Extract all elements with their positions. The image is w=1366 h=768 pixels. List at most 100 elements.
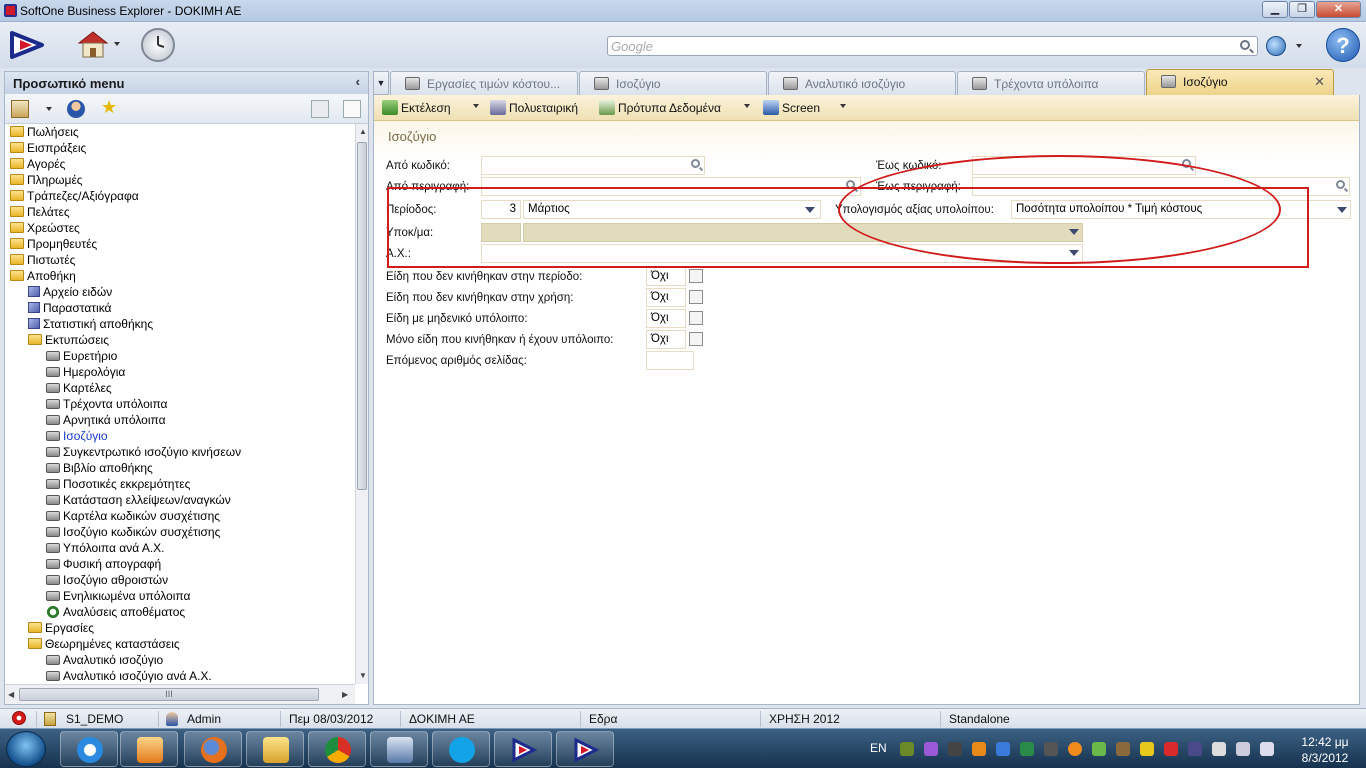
from-code-search-icon[interactable]: [691, 159, 700, 168]
search-icon[interactable]: [1240, 40, 1250, 50]
tree-item[interactable]: Ευρετήριο: [46, 348, 117, 364]
tray-app-icon[interactable]: [972, 742, 986, 756]
taskbar-internet-explorer[interactable]: [60, 731, 118, 767]
screen-button[interactable]: Screen: [763, 100, 820, 115]
tree-item[interactable]: Πελάτες: [10, 204, 70, 220]
tree-item[interactable]: Αναλυτικό ισοζύγιο: [46, 652, 163, 668]
option-value[interactable]: Όχι: [646, 267, 686, 286]
tree-item[interactable]: Ισοζύγιο κωδικών συσχέτισης: [46, 524, 220, 540]
run-dropdown-icon[interactable]: [473, 104, 479, 108]
next-page-field[interactable]: [646, 351, 694, 370]
tray-app-icon[interactable]: [1092, 742, 1106, 756]
templates-dropdown-icon[interactable]: [744, 104, 750, 108]
tray-app-icon[interactable]: [1044, 742, 1058, 756]
minimize-button[interactable]: ▁: [1262, 1, 1288, 18]
tree-item[interactable]: Τρέχοντα υπόλοιπα: [46, 396, 168, 412]
help-icon[interactable]: ?: [1326, 28, 1360, 62]
clock-icon[interactable]: [141, 28, 175, 62]
tree-item[interactable]: Ημερολόγια: [46, 364, 125, 380]
scroll-left-icon[interactable]: ◀: [8, 690, 14, 699]
tabs-dropdown-icon[interactable]: ▼: [373, 71, 389, 95]
clock-time[interactable]: 12:42 μμ: [1295, 735, 1355, 749]
web-search-dropdown-icon[interactable]: [1296, 44, 1302, 48]
tree-item[interactable]: Πωλήσεις: [10, 124, 79, 140]
search-input[interactable]: [611, 39, 1231, 54]
home-icon[interactable]: [76, 28, 110, 62]
tray-app-icon[interactable]: [1068, 742, 1082, 756]
balance-calc-dropdown-icon[interactable]: [1337, 207, 1347, 213]
option-checkbox[interactable]: [689, 269, 703, 283]
clipboard-icon[interactable]: [11, 100, 29, 118]
from-code-field[interactable]: [481, 156, 705, 175]
tree-item[interactable]: Αποθήκη: [10, 268, 76, 284]
web-search-icon[interactable]: [1266, 36, 1286, 56]
tree-item[interactable]: Στατιστική αποθήκης: [28, 316, 153, 332]
scroll-right-icon[interactable]: ▶: [342, 690, 348, 699]
tray-app-icon[interactable]: [1116, 742, 1130, 756]
taskbar-skype[interactable]: [432, 731, 490, 767]
taskbar-remote-desktop[interactable]: [370, 731, 428, 767]
language-indicator[interactable]: EN: [870, 741, 887, 755]
volume-icon[interactable]: [1260, 742, 1274, 756]
tree-item[interactable]: Ισοζύγιο αθροιστών: [46, 572, 168, 588]
tree-item[interactable]: Χρεώστες: [10, 220, 80, 236]
tree-item[interactable]: Πληρωμές: [10, 172, 83, 188]
tree-item[interactable]: Προμηθευτές: [10, 236, 97, 252]
tree-horizontal-scrollbar[interactable]: ◀ III ▶: [5, 684, 355, 704]
tree-item[interactable]: Αρνητικά υπόλοιπα: [46, 412, 166, 428]
tray-app-icon[interactable]: [924, 742, 938, 756]
tree-item[interactable]: Εκτυπώσεις: [28, 332, 109, 348]
to-description-search-icon[interactable]: [1336, 180, 1345, 189]
tab-balance-sheet-active[interactable]: Ισοζύγιο ✕: [1146, 69, 1334, 95]
tree-item[interactable]: Συγκεντρωτικό ισοζύγιο κινήσεων: [46, 444, 241, 460]
scroll-up-icon[interactable]: ▲: [359, 127, 367, 136]
close-button[interactable]: ✕: [1316, 1, 1361, 18]
tree-horizontal-scroll-thumb[interactable]: III: [19, 688, 319, 701]
taskbar-chrome[interactable]: [308, 731, 366, 767]
network-icon[interactable]: [1236, 742, 1250, 756]
power-icon[interactable]: [12, 711, 26, 725]
tray-app-icon[interactable]: [948, 742, 962, 756]
option-value[interactable]: Όχι: [646, 330, 686, 349]
tree-item[interactable]: Αναλύσεις αποθέματος: [46, 604, 185, 620]
tree-item[interactable]: Τράπεζες/Αξιόγραφα: [10, 188, 139, 204]
tree-item[interactable]: Βιβλίο αποθήκης: [46, 460, 153, 476]
softone-logo-icon[interactable]: [8, 30, 48, 60]
tree-item[interactable]: Εισπράξεις: [10, 140, 86, 156]
option-checkbox[interactable]: [689, 311, 703, 325]
taskbar-explorer[interactable]: [246, 731, 304, 767]
tray-app-icon[interactable]: [1212, 742, 1226, 756]
tree-vertical-scroll-thumb[interactable]: [357, 142, 367, 490]
tree-vertical-scrollbar[interactable]: ▲ ▼: [355, 124, 368, 684]
option-checkbox[interactable]: [689, 290, 703, 304]
tray-app-icon[interactable]: [996, 742, 1010, 756]
tree-item[interactable]: Υπόλοιπα ανά Α.Χ.: [46, 540, 165, 556]
tree-item[interactable]: Αρχείο ειδών: [28, 284, 112, 300]
option-value[interactable]: Όχι: [646, 309, 686, 328]
tree-item[interactable]: Πιστωτές: [10, 252, 75, 268]
clock-date[interactable]: 8/3/2012: [1295, 751, 1355, 765]
tray-app-icon[interactable]: [1020, 742, 1034, 756]
home-dropdown-icon[interactable]: [114, 42, 120, 46]
tree-item[interactable]: Ποσοτικές εκκρεμότητες: [46, 476, 190, 492]
tab-balance-sheet[interactable]: Ισοζύγιο: [579, 71, 767, 95]
document-icon[interactable]: [343, 100, 361, 118]
tab-cost-price-jobs[interactable]: Εργασίες τιμών κόστου...: [390, 71, 578, 95]
user-icon[interactable]: [67, 100, 85, 118]
tab-current-balances[interactable]: Τρέχοντα υπόλοιπα: [957, 71, 1145, 95]
tab-analytic-balance[interactable]: Αναλυτικό ισοζύγιο: [768, 71, 956, 95]
tree-item[interactable]: Φυσική απογραφή: [46, 556, 161, 572]
tree-item[interactable]: Ενηλικιωμένα υπόλοιπα: [46, 588, 190, 604]
tree-item[interactable]: Αγορές: [10, 156, 65, 172]
tree-item[interactable]: Ισοζύγιο: [46, 428, 108, 444]
tree-item[interactable]: Κατάσταση ελλείψεων/αναγκών: [46, 492, 231, 508]
restore-button[interactable]: ❐: [1289, 1, 1315, 18]
run-button[interactable]: Εκτέλεση: [382, 100, 451, 115]
tray-app-icon[interactable]: [1140, 742, 1154, 756]
tree-item[interactable]: Παραστατικά: [28, 300, 111, 316]
tray-app-icon[interactable]: [1164, 742, 1178, 756]
taskbar-firefox[interactable]: [184, 731, 242, 767]
start-button[interactable]: [6, 731, 46, 767]
tree-item[interactable]: Αναλυτικό ισοζύγιο ανά Α.Χ.: [46, 668, 212, 684]
screen-dropdown-icon[interactable]: [840, 104, 846, 108]
